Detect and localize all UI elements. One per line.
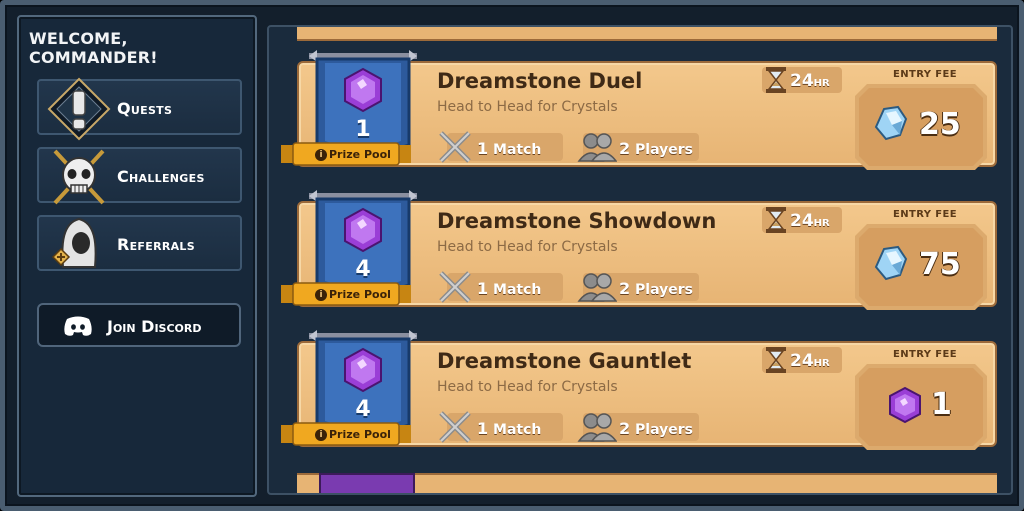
timer-unit: HR [813, 358, 830, 369]
prize-pool-count: 4 [355, 397, 371, 422]
exclamation-icon [47, 77, 111, 141]
match-count-pill: 1 Match [439, 411, 563, 443]
crossed-swords-icon [439, 131, 471, 163]
entry-fee-label: ENTRY FEE [893, 349, 957, 360]
match-count: 1 [477, 419, 489, 438]
challenge-title: Dreamstone Showdown [437, 209, 717, 233]
sidebar-item-challenges[interactable]: Challenges [37, 147, 242, 205]
timer-value: 24 [790, 71, 814, 91]
player-count-pill: 2 Players [577, 413, 699, 442]
hourglass-icon [766, 207, 786, 233]
partial-card-top [297, 27, 997, 41]
challenge-card-duel[interactable]: i Prize Pool 1 Dreamstone Duel Head to H… [281, 49, 997, 171]
skull-swords-icon [53, 149, 105, 205]
sidebar-item-label: Referrals [117, 235, 195, 254]
crossed-swords-icon [439, 271, 471, 303]
timer-badge: 24HR [762, 67, 842, 93]
entry-fee-value: 75 [919, 247, 961, 282]
timer-badge: 24HR [762, 347, 842, 373]
crystal-icon [874, 245, 908, 281]
sidebar: WELCOME, COMMANDER! Quests Challenges Re… [17, 15, 257, 497]
hourglass-icon [766, 347, 786, 373]
entry-fee-value: 25 [919, 107, 961, 142]
hourglass-icon [766, 67, 786, 93]
players-label: Players [635, 142, 693, 158]
timer-badge: 24HR [762, 207, 842, 233]
crystal-icon [874, 105, 908, 141]
challenge-subtitle: Head to Head for Crystals [437, 239, 618, 255]
timer-unit: HR [813, 78, 830, 89]
dreamstone-gem-icon [889, 386, 921, 424]
discord-icon [64, 316, 92, 336]
players-label: Players [635, 282, 693, 298]
sidebar-item-label: Challenges [117, 167, 205, 186]
players-label: Players [635, 422, 693, 438]
challenge-subtitle: Head to Head for Crystals [437, 379, 618, 395]
join-discord-button[interactable]: Join Discord [37, 303, 241, 347]
timer-value: 24 [790, 211, 814, 231]
player-count-pill: 2 Players [577, 133, 699, 162]
crossed-swords-icon [439, 411, 471, 443]
player-count: 2 [619, 419, 631, 438]
prize-pool-label: Prize Pool [329, 288, 391, 301]
sidebar-item-referrals[interactable]: Referrals [37, 215, 242, 271]
entry-fee-value: 1 [931, 387, 952, 422]
timer-value: 24 [790, 351, 814, 371]
challenge-subtitle: Head to Head for Crystals [437, 99, 618, 115]
partial-banner-purple [319, 473, 415, 493]
entry-fee-label: ENTRY FEE [893, 209, 957, 220]
join-discord-label: Join Discord [107, 317, 202, 336]
timer-unit: HR [813, 218, 830, 229]
welcome-title: WELCOME, COMMANDER! [29, 29, 158, 67]
info-icon[interactable]: i [315, 429, 327, 441]
player-count: 2 [619, 139, 631, 158]
match-count: 1 [477, 279, 489, 298]
prize-pool-label: Prize Pool [329, 428, 391, 441]
entry-fee-label: ENTRY FEE [893, 69, 957, 80]
match-label: Match [493, 142, 542, 158]
prize-pool-count: 1 [355, 117, 371, 142]
match-count-pill: 1 Match [439, 131, 563, 163]
challenge-title: Dreamstone Gauntlet [437, 349, 692, 373]
players-icon [577, 273, 617, 302]
sidebar-item-label: Quests [117, 99, 173, 118]
challenge-title: Dreamstone Duel [437, 69, 643, 93]
hooded-figure-icon [51, 217, 97, 268]
prize-pool-count: 4 [355, 257, 371, 282]
challenge-card-showdown[interactable]: i Prize Pool 4 Dreamstone Showdown Head … [281, 189, 997, 311]
players-icon [577, 133, 617, 162]
challenge-list[interactable]: i Prize Pool 1 Dreamstone Duel Head to H… [267, 25, 1013, 495]
player-count-pill: 2 Players [577, 273, 699, 302]
match-label: Match [493, 422, 542, 438]
info-icon[interactable]: i [315, 149, 327, 161]
match-label: Match [493, 282, 542, 298]
player-count: 2 [619, 279, 631, 298]
prize-pool-label: Prize Pool [329, 148, 391, 161]
match-count-pill: 1 Match [439, 271, 563, 303]
players-icon [577, 413, 617, 442]
game-window-frame: WELCOME, COMMANDER! Quests Challenges Re… [0, 0, 1024, 511]
match-count: 1 [477, 139, 489, 158]
challenge-card-gauntlet[interactable]: i Prize Pool 4 Dreamstone Gauntlet Head … [281, 329, 997, 451]
info-icon[interactable]: i [315, 289, 327, 301]
sidebar-item-quests[interactable]: Quests [37, 77, 242, 141]
